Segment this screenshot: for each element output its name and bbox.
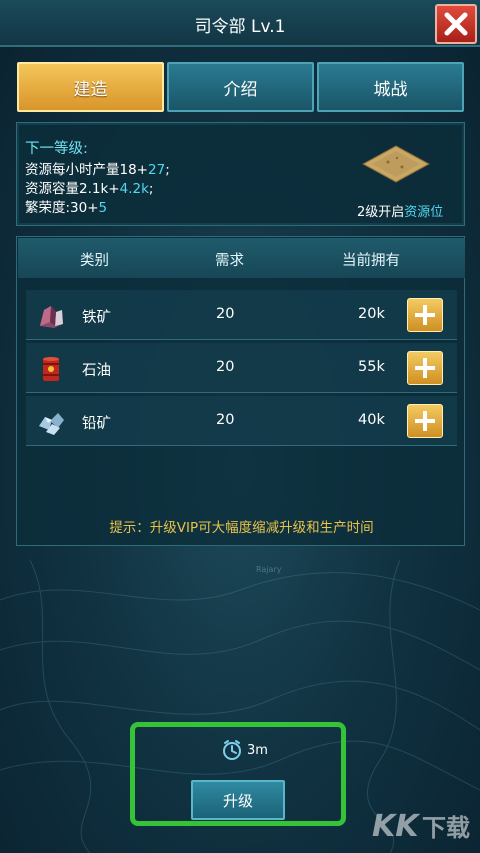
- upgrade-button-label: 升级: [222, 791, 253, 810]
- add-iron-button[interactable]: [407, 298, 443, 332]
- tab-intro-label: 介绍: [223, 79, 258, 100]
- upgrade-button[interactable]: 升级: [191, 780, 285, 820]
- oil-barrel-icon: [43, 357, 59, 381]
- next-level-heading: 下一等级:: [25, 141, 88, 157]
- resource-owned: 40k: [358, 412, 385, 428]
- unlock-prefix: 2级开启: [357, 205, 405, 220]
- tab-build-label: 建造: [73, 79, 108, 100]
- capacity-suffix: ;: [148, 181, 154, 197]
- header-required: 需求: [215, 253, 244, 269]
- production-bonus: 27: [148, 162, 166, 178]
- resource-required: 20: [216, 306, 235, 322]
- production-suffix: ;: [165, 162, 170, 178]
- production-label: 资源每小时产量18+: [25, 162, 148, 178]
- upgrade-highlight-frame: 3m 升级: [130, 722, 346, 826]
- prosperity-bonus: 5: [98, 200, 108, 216]
- capacity-label: 资源容量2.1k+: [25, 181, 120, 197]
- title-bar: 司令部 Lv.1: [0, 0, 480, 47]
- table-row: 铅矿 20 40k: [26, 396, 457, 446]
- plus-icon: [415, 411, 435, 431]
- add-lead-button[interactable]: [407, 404, 443, 438]
- tab-build[interactable]: 建造: [17, 62, 164, 112]
- table-row: 石油 20 55k: [26, 343, 457, 393]
- iron-ore-icon: [40, 306, 63, 328]
- resource-required: 20: [216, 359, 235, 375]
- resource-required: 20: [216, 412, 235, 428]
- next-level-panel: 下一等级: 资源每小时产量18+27; 资源容量2.1k+4.2k; 繁荣度:3…: [16, 122, 465, 226]
- page-title: 司令部 Lv.1: [194, 17, 286, 37]
- plus-icon: [415, 358, 435, 378]
- tab-city-battle-label: 城战: [373, 79, 408, 100]
- resource-name: 石油: [82, 363, 111, 379]
- svg-text:下载: 下载: [422, 814, 470, 842]
- plus-icon: [415, 305, 435, 325]
- vip-tip: 提示：升级VIP可大幅度缩减升级和生产时间: [109, 520, 374, 536]
- header-category: 类别: [80, 253, 109, 269]
- clock-icon: [223, 740, 241, 760]
- resource-name: 铁矿: [82, 310, 111, 326]
- resource-slot-tile-icon: [362, 145, 430, 183]
- resource-name: 铅矿: [82, 416, 111, 432]
- table-header: 类别 需求 当前拥有: [18, 238, 465, 278]
- production-line: 资源每小时产量18+27;: [25, 158, 170, 178]
- header-owned: 当前拥有: [342, 253, 400, 269]
- unlock-text: 2级开启资源位: [357, 201, 443, 220]
- resource-owned: 20k: [358, 306, 385, 322]
- upgrade-time: 3m: [247, 743, 268, 758]
- lead-ore-icon: [39, 413, 64, 435]
- tab-city-battle[interactable]: 城战: [317, 62, 464, 112]
- close-icon: [444, 12, 468, 36]
- table-row: 铁矿 20 20k: [26, 290, 457, 340]
- capacity-bonus: 4.2k: [119, 181, 149, 197]
- capacity-line: 资源容量2.1k+4.2k;: [25, 177, 153, 197]
- svg-text:KK: KK: [372, 809, 421, 844]
- prosperity-line: 繁荣度:30+5: [25, 196, 107, 216]
- add-oil-button[interactable]: [407, 351, 443, 385]
- resource-owned: 55k: [358, 359, 385, 375]
- tab-intro[interactable]: 介绍: [167, 62, 314, 112]
- close-button[interactable]: [435, 4, 477, 44]
- unlock-highlight: 资源位: [404, 205, 444, 220]
- requirements-table: 类别 需求 当前拥有 铁矿 20 20k 石油 20 55k 铅矿 20 40k…: [16, 236, 465, 546]
- prosperity-label: 繁荣度:30+: [25, 200, 99, 216]
- map-region-label: Rajary: [256, 565, 282, 574]
- watermark-logo: KK 下载: [372, 809, 470, 844]
